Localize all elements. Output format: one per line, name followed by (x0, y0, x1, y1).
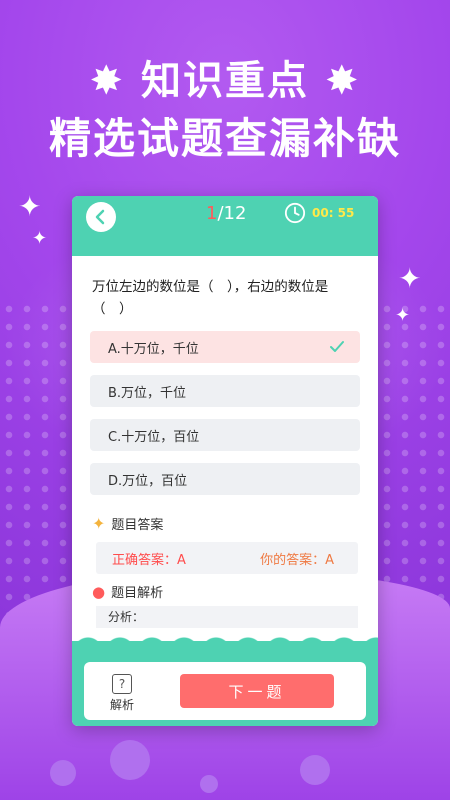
header-scallop (72, 240, 378, 264)
answer-box: 正确答案：A 你的答案：A (96, 542, 358, 574)
headline-top: ✸ 知识重点 ✸ (0, 48, 450, 106)
sparkle-icon: ✦ (398, 262, 422, 295)
timer-value: 00: 55 (312, 206, 355, 220)
back-arrow-icon (95, 209, 105, 225)
back-button[interactable] (86, 202, 116, 232)
headline-bottom: 精选试题查漏补缺 (48, 114, 401, 163)
option-c[interactable]: C.十万位，百位 (90, 419, 360, 451)
progress-current: 1 (206, 203, 218, 224)
sparkle-icon: ✦ (395, 305, 411, 326)
answer-section-header: ✦ 题目答案 (92, 514, 164, 533)
analysis-text: 分析： (96, 606, 358, 628)
progress-counter: 1/12 (206, 203, 246, 224)
help-icon: ? (112, 674, 132, 694)
progress-total: /12 (217, 203, 247, 224)
quiz-card: 1/12 00: 55 万位左边的数位是（ ），右边的数位是（ ） A.十万位，… (72, 196, 378, 726)
clock-icon (284, 202, 306, 224)
drop-icon: ● (92, 582, 106, 601)
correct-answer: 正确答案：A (112, 552, 186, 568)
sparkle-icon: ✦ (18, 190, 42, 223)
star-icon: ✦ (92, 514, 106, 533)
your-answer: 你的答案：A (260, 552, 334, 568)
headline-line1: 知识重点 (141, 58, 309, 104)
sparkle-icon: ✦ (32, 228, 48, 249)
option-b[interactable]: B.万位，千位 (90, 375, 360, 407)
check-icon (330, 341, 344, 352)
option-d[interactable]: D.万位，百位 (90, 463, 360, 495)
option-a[interactable]: A.十万位，千位 (90, 331, 360, 363)
question-text: 万位左边的数位是（ ），右边的数位是（ ） (92, 279, 329, 317)
help-button[interactable]: ? 解析 (102, 674, 142, 713)
next-question-button[interactable]: 下一题 (180, 674, 334, 708)
analysis-section-header: ● 题目解析 (92, 582, 164, 602)
timer: 00: 55 (284, 202, 354, 224)
sparkle-right-icon: ✸ (324, 58, 361, 104)
sparkle-left-icon: ✸ (89, 58, 126, 104)
help-label: 解析 (109, 698, 134, 712)
bottom-decoration (0, 720, 450, 800)
